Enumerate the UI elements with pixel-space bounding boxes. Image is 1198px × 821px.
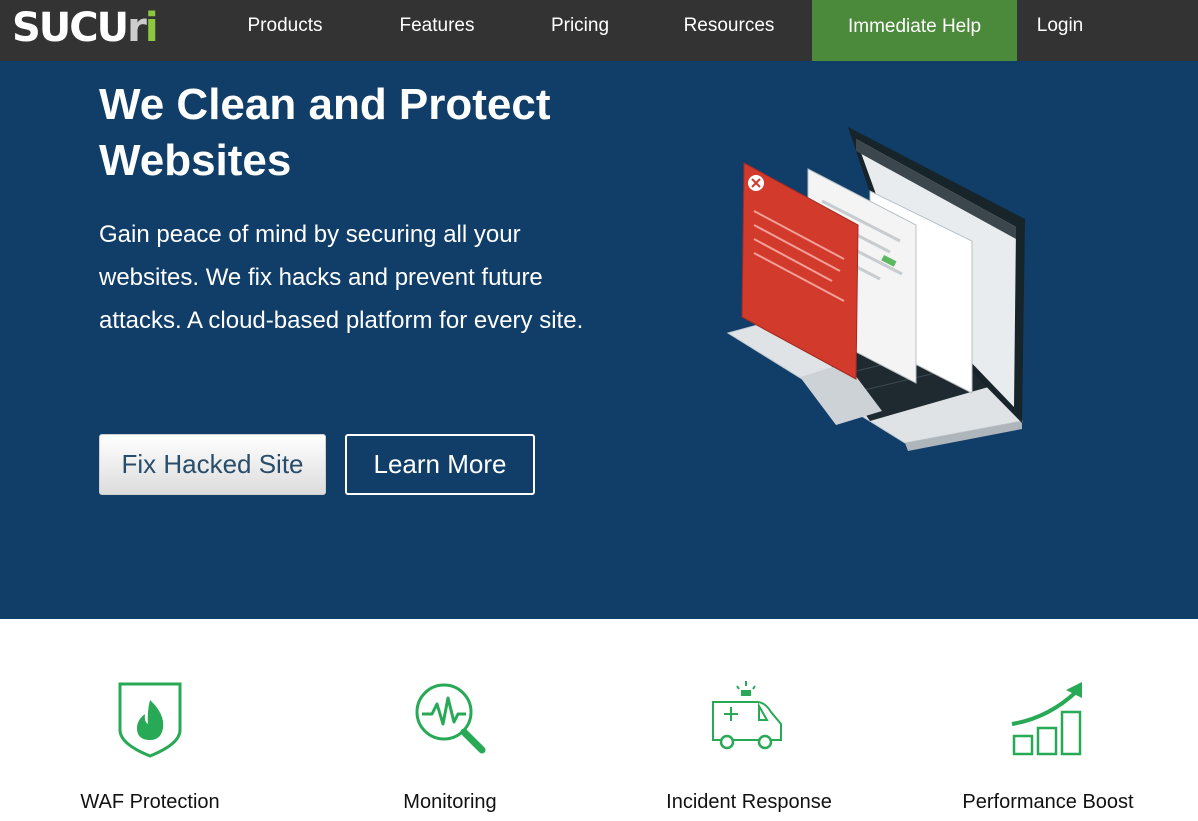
feature-label: WAF Protection [80, 791, 220, 813]
nav-pricing[interactable]: Pricing [536, 0, 624, 61]
hero-title: We Clean and Protect Websites [99, 80, 551, 185]
magnifier-pulse-icon [415, 683, 486, 754]
growth-chart-icon [1011, 682, 1082, 756]
nav-features[interactable]: Features [384, 0, 490, 61]
hero-subtitle: Gain peace of mind by securing all your … [99, 221, 584, 334]
feature-label: Performance Boost [962, 791, 1134, 813]
logo-text-tail: i [144, 5, 159, 51]
sucuri-logo[interactable]: SUCUri [12, 5, 159, 51]
feature-incident-response[interactable]: Incident Response [624, 678, 874, 818]
nav-resources[interactable]: Resources [670, 0, 788, 61]
nav-products[interactable]: Products [232, 0, 338, 61]
feature-label: Incident Response [666, 791, 832, 813]
laptop-dashboard-illustration [726, 127, 1025, 451]
hero-section: We Clean and Protect Websites Gain peace… [0, 61, 1198, 619]
logo-text: SUCU [12, 5, 129, 51]
feature-performance-boost[interactable]: Performance Boost [923, 678, 1173, 818]
nav-immediate-help[interactable]: Immediate Help [812, 0, 1017, 61]
shield-fire-icon [118, 682, 182, 758]
feature-waf-protection[interactable]: WAF Protection [25, 678, 275, 818]
feature-label: Monitoring [403, 791, 497, 813]
learn-more-button[interactable]: Learn More [345, 434, 535, 495]
top-nav: SUCUri Products Features Pricing Resourc… [0, 0, 1198, 61]
nav-login[interactable]: Login [1025, 0, 1095, 61]
ambulance-icon [712, 681, 782, 750]
feature-monitoring[interactable]: Monitoring [325, 678, 575, 818]
fix-hacked-site-button[interactable]: Fix Hacked Site [99, 434, 326, 495]
logo-text-accent: r [127, 5, 147, 51]
